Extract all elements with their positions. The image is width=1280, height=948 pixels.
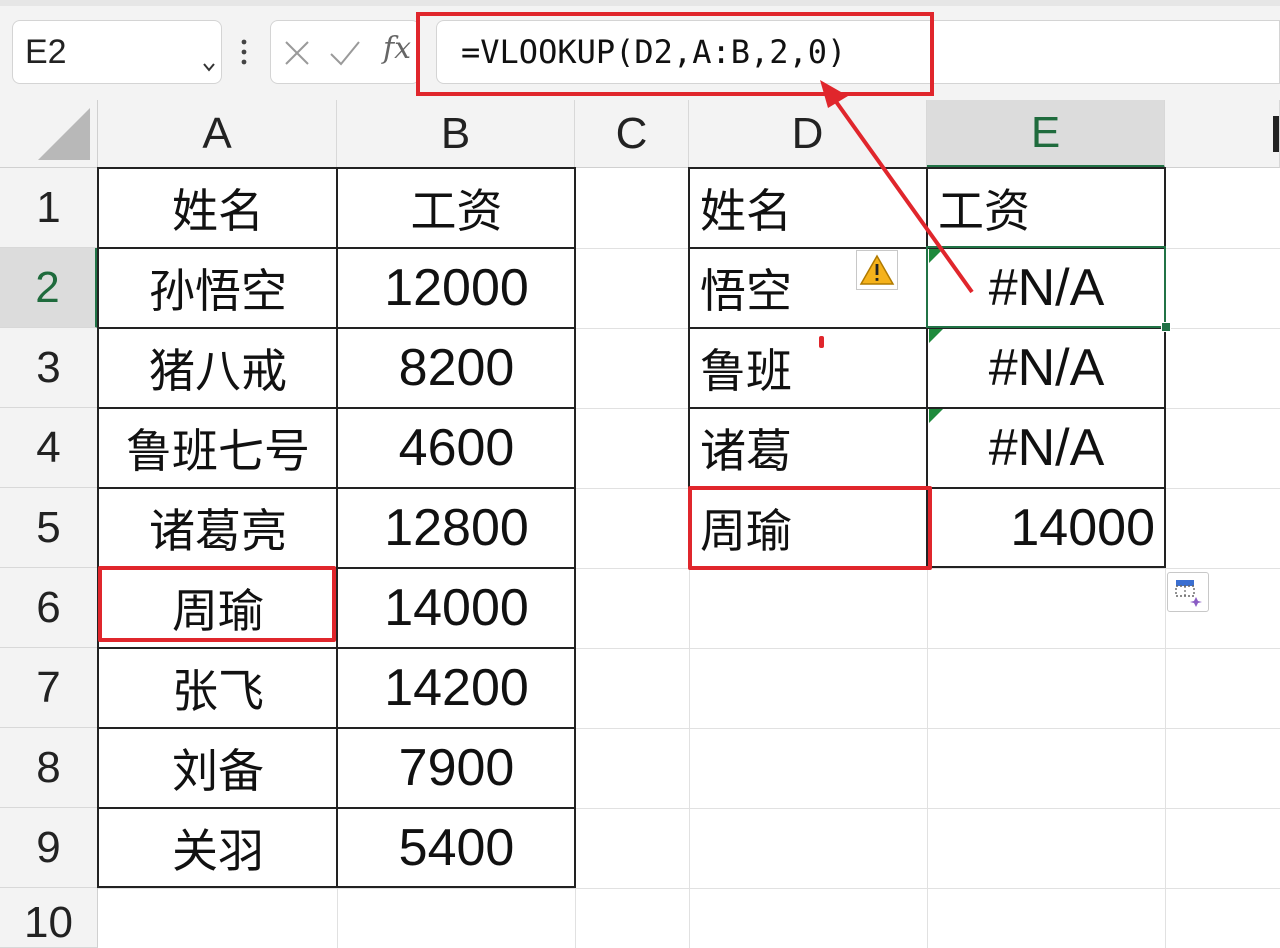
cell-a3[interactable]: 猪八戒 (99, 328, 337, 408)
row-header-10[interactable]: 10 (0, 888, 98, 948)
cell-a4[interactable]: 鲁班七号 (99, 408, 337, 488)
formula-highlight-box (416, 12, 934, 96)
column-header-a[interactable]: A (98, 100, 337, 168)
cell-e4[interactable]: #N/A (928, 408, 1165, 488)
cell-b6[interactable]: 14000 (338, 568, 575, 648)
column-header-b[interactable]: B (337, 100, 575, 168)
cell-b4[interactable]: 4600 (338, 408, 575, 488)
cell-b3[interactable]: 8200 (338, 328, 575, 408)
column-header-f[interactable] (1165, 100, 1280, 168)
paste-options-icon[interactable] (1167, 572, 1209, 612)
cell-d4[interactable]: 诸葛 (690, 408, 926, 488)
cell-e3[interactable]: #N/A (928, 328, 1165, 408)
highlight-d5 (688, 486, 932, 570)
cell-a5[interactable]: 诸葛亮 (99, 488, 337, 568)
more-options-icon[interactable] (241, 38, 247, 66)
fill-handle[interactable] (1161, 322, 1171, 332)
select-all-icon (38, 108, 90, 160)
quick-analysis-glyph (1175, 580, 1202, 607)
highlight-a6 (98, 566, 336, 642)
cell-a7[interactable]: 张飞 (99, 648, 337, 728)
row-header-8[interactable]: 8 (0, 728, 98, 808)
cancel-icon[interactable] (283, 39, 311, 67)
warning-triangle (859, 254, 895, 285)
select-all-corner[interactable] (0, 100, 98, 168)
cell-b2[interactable]: 12000 (338, 248, 575, 328)
row-header-7[interactable]: 7 (0, 648, 98, 728)
row-header-2[interactable]: 2 (0, 248, 98, 328)
cell-b7[interactable]: 14200 (338, 648, 575, 728)
name-box-value: E2 (25, 33, 67, 71)
column-header-d[interactable]: D (689, 100, 927, 168)
cell-b9[interactable]: 5400 (338, 808, 575, 888)
row-header-6[interactable]: 6 (0, 568, 98, 648)
insert-function-icon[interactable]: fx (383, 31, 411, 66)
chevron-down-icon[interactable] (203, 61, 215, 73)
cell-e5[interactable]: 14000 (928, 488, 1165, 568)
row-header-9[interactable]: 9 (0, 808, 98, 888)
top-strip (0, 0, 1280, 6)
red-mark (819, 336, 824, 348)
cell-a9[interactable]: 关羽 (99, 808, 337, 888)
cell-d3[interactable]: 鲁班 (690, 328, 926, 408)
cell-d1[interactable]: 姓名 (690, 168, 926, 248)
column-header-c[interactable]: C (575, 100, 689, 168)
cell-b1[interactable]: 工资 (338, 168, 575, 248)
row-header-5[interactable]: 5 (0, 488, 98, 568)
cell-a2[interactable]: 孙悟空 (99, 248, 337, 328)
formula-actions: fx (270, 20, 420, 84)
cell-b8[interactable]: 7900 (338, 728, 575, 808)
cell-a8[interactable]: 刘备 (99, 728, 337, 808)
column-header-e[interactable]: E (927, 100, 1165, 168)
row-header-3[interactable]: 3 (0, 328, 98, 408)
row-header-4[interactable]: 4 (0, 408, 98, 488)
error-indicator-e4 (929, 409, 943, 423)
name-box[interactable]: E2 (12, 20, 222, 84)
error-indicator-e3 (929, 329, 943, 343)
cell-a1[interactable]: 姓名 (99, 168, 337, 248)
cell-b5[interactable]: 12800 (338, 488, 575, 568)
formula-bar: E2 fx =VLOOKUP(D2,A:B,2,0) (0, 0, 1280, 100)
active-cell-selection (926, 246, 1166, 328)
warning-icon[interactable] (856, 250, 898, 290)
cell-e1[interactable]: 工资 (928, 168, 1165, 248)
enter-icon[interactable] (329, 39, 361, 67)
row-header-1[interactable]: 1 (0, 168, 98, 248)
